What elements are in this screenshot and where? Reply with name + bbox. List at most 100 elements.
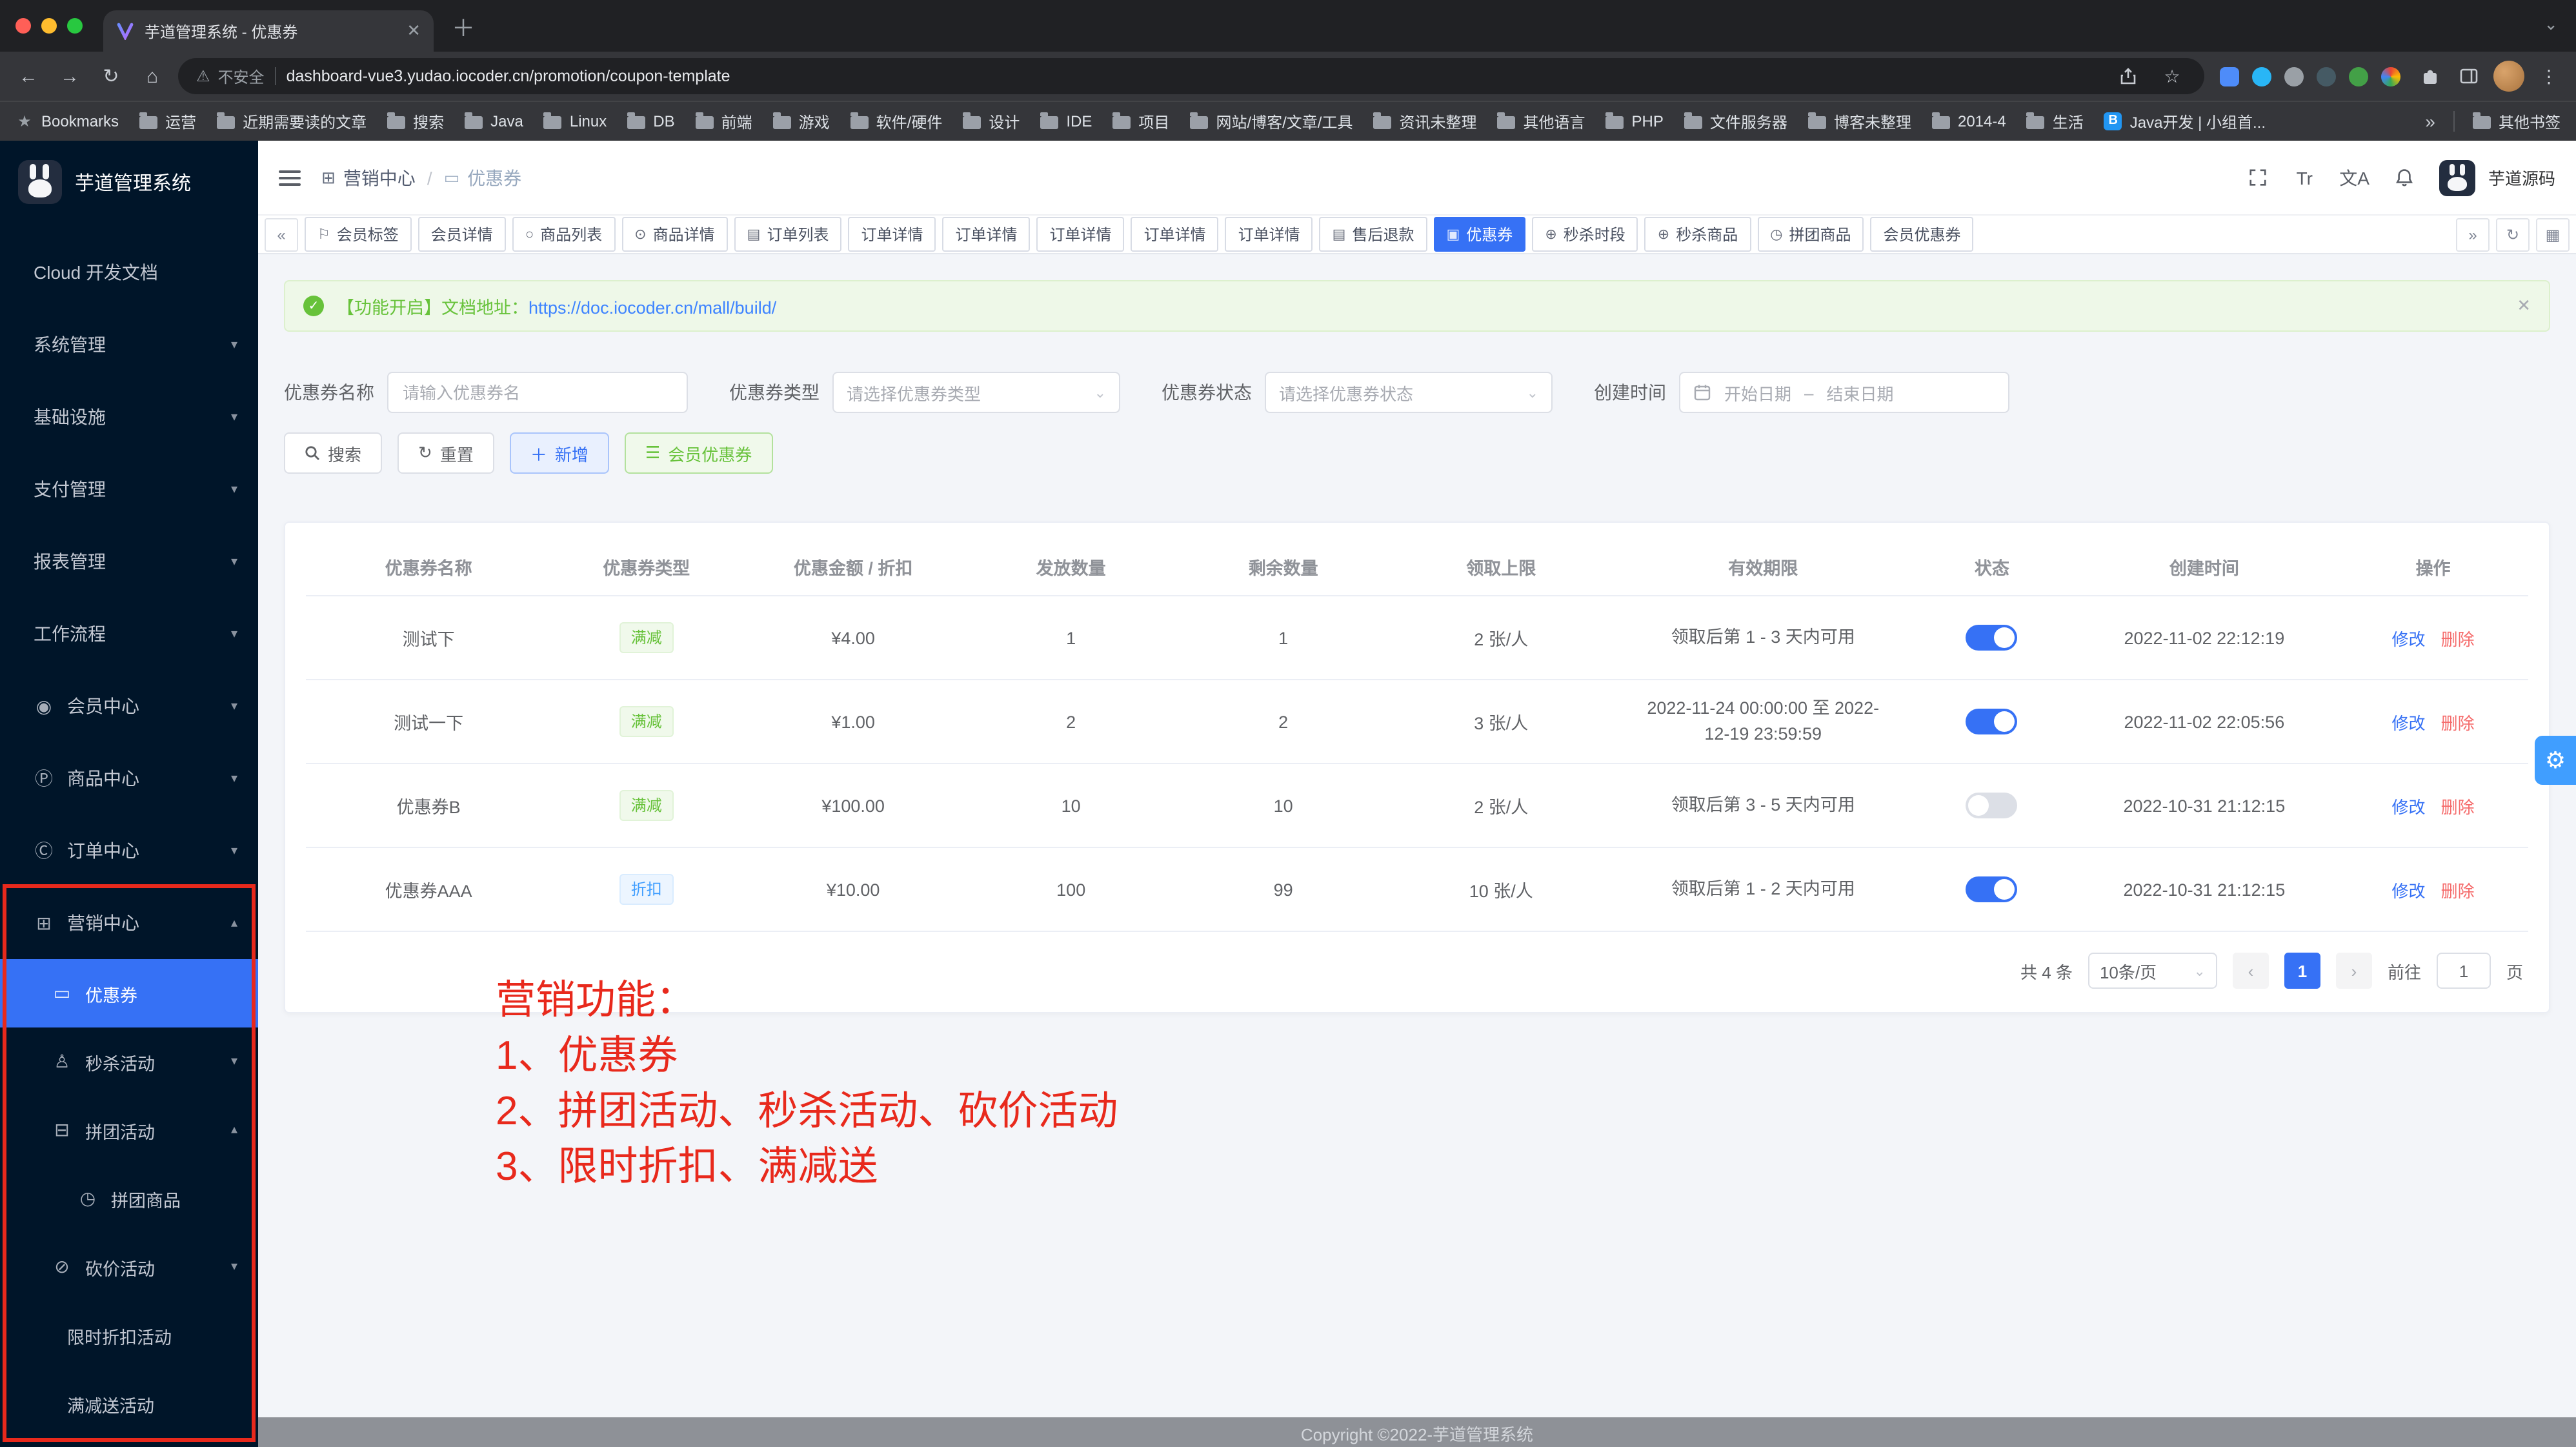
bookmark-item[interactable]: IDE: [1040, 112, 1092, 130]
translate-icon[interactable]: 文A: [2339, 165, 2370, 190]
sidebar-item[interactable]: Cloud 开发文档: [0, 236, 258, 309]
tabs-layout-icon[interactable]: ▦: [2536, 218, 2570, 251]
app-logo-row[interactable]: 芋道管理系统: [0, 141, 258, 223]
other-bookmarks[interactable]: 其他书签: [2473, 110, 2561, 132]
delete-link[interactable]: 删除: [2441, 709, 2475, 734]
zoom-window-button[interactable]: [67, 18, 83, 34]
bookmark-item[interactable]: 博客未整理: [1808, 110, 1911, 132]
bookmark-item[interactable]: 前端: [696, 110, 752, 132]
extension-icon[interactable]: [2252, 66, 2271, 86]
status-toggle[interactable]: [1966, 709, 2018, 734]
home-button[interactable]: ⌂: [137, 61, 168, 92]
sidebar-item[interactable]: Ⓟ 商品中心 ▾: [0, 742, 258, 815]
edit-link[interactable]: 修改: [2392, 793, 2426, 818]
address-bar[interactable]: ⚠ 不安全 dashboard-vue3.yudao.iocoder.cn/pr…: [178, 58, 2204, 94]
view-tab[interactable]: 会员优惠券: [1871, 217, 1974, 252]
bookmark-item[interactable]: Bookmarks: [15, 112, 119, 130]
view-tab[interactable]: ▤ 售后退款: [1320, 217, 1427, 252]
extension-icon[interactable]: [2220, 66, 2239, 86]
sidebar-item[interactable]: ◉ 会员中心 ▾: [0, 670, 258, 742]
breadcrumb-item-marketing[interactable]: ⊞ 营销中心: [321, 165, 416, 190]
current-page-button[interactable]: 1: [2284, 953, 2320, 989]
bookmark-item[interactable]: 运营: [139, 110, 196, 132]
coupon-status-select[interactable]: 请选择优惠券状态 ⌄: [1265, 372, 1553, 413]
bookmark-item[interactable]: 近期需要读的文章: [217, 110, 367, 132]
sidebar-item[interactable]: ⊟ 拼团活动 ▴: [0, 1096, 258, 1164]
sidebar-item[interactable]: ⊞ 营销中心 ▴: [0, 887, 258, 959]
theme-settings-button[interactable]: ⚙: [2535, 736, 2576, 785]
view-tab[interactable]: ⊕ 秒杀时段: [1532, 217, 1638, 252]
bookmarks-overflow-icon[interactable]: »: [2425, 111, 2435, 132]
profile-avatar[interactable]: [2493, 61, 2524, 92]
bookmark-item[interactable]: PHP: [1606, 112, 1664, 130]
alert-doc-link[interactable]: https://doc.iocoder.cn/mall/build/: [528, 298, 776, 318]
new-tab-button[interactable]: ＋: [452, 10, 475, 44]
tabs-scroll-right-icon[interactable]: »: [2456, 218, 2490, 251]
search-button[interactable]: 搜索: [284, 432, 382, 474]
bookmark-item[interactable]: 网站/博客/文章/工具: [1190, 110, 1353, 132]
delete-link[interactable]: 删除: [2441, 625, 2475, 650]
extension-icon[interactable]: [2317, 66, 2336, 86]
delete-link[interactable]: 删除: [2441, 877, 2475, 902]
extension-icon[interactable]: [2349, 66, 2368, 86]
back-button[interactable]: ←: [13, 61, 44, 92]
extension-icon[interactable]: [2381, 66, 2400, 86]
sidebar-item[interactable]: ♙ 秒杀活动 ▾: [0, 1027, 258, 1096]
view-tab[interactable]: ▤ 订单列表: [734, 217, 842, 252]
bookmark-item[interactable]: 软件/硬件: [850, 110, 943, 132]
close-window-button[interactable]: [15, 18, 31, 34]
view-tab[interactable]: ◷ 拼团商品: [1757, 217, 1864, 252]
font-size-icon[interactable]: Tr: [2293, 167, 2316, 188]
bookmark-item[interactable]: DB: [627, 112, 674, 130]
delete-link[interactable]: 删除: [2441, 793, 2475, 818]
sidebar-item[interactable]: 报表管理 ▾: [0, 525, 258, 598]
next-page-button[interactable]: ›: [2336, 953, 2372, 989]
extension-icon[interactable]: [2284, 66, 2304, 86]
status-toggle[interactable]: [1966, 793, 2018, 818]
edit-link[interactable]: 修改: [2392, 709, 2426, 734]
member-coupon-button[interactable]: ☰ 会员优惠券: [625, 432, 772, 474]
fullscreen-icon[interactable]: [2246, 168, 2269, 187]
coupon-type-select[interactable]: 请选择优惠券类型 ⌄: [832, 372, 1120, 413]
menu-kebab-icon[interactable]: ⋮: [2535, 62, 2563, 90]
sidebar-item[interactable]: 限时折扣活动: [0, 1301, 258, 1370]
alert-close-icon[interactable]: ✕: [2517, 296, 2531, 316]
bookmark-item[interactable]: 项目: [1112, 110, 1169, 132]
security-status[interactable]: ⚠ 不安全: [196, 65, 265, 87]
sidebar-item[interactable]: Ⓒ 订单中心 ▾: [0, 815, 258, 887]
bookmark-item[interactable]: 游戏: [773, 110, 830, 132]
tabs-scroll-left-icon[interactable]: «: [265, 218, 298, 251]
forward-button[interactable]: →: [54, 61, 85, 92]
reset-button[interactable]: ↻ 重置: [397, 432, 494, 474]
hamburger-icon[interactable]: [279, 170, 301, 185]
view-tab[interactable]: 会员详情: [418, 217, 506, 252]
view-tab[interactable]: ⚐ 会员标签: [305, 217, 412, 252]
user-avatar[interactable]: [2439, 159, 2475, 196]
sidebar-item[interactable]: 工作流程 ▾: [0, 598, 258, 670]
edit-link[interactable]: 修改: [2392, 877, 2426, 902]
bookmark-item[interactable]: 设计: [963, 110, 1020, 132]
edit-link[interactable]: 修改: [2392, 625, 2426, 650]
sidebar-item[interactable]: 系统管理 ▾: [0, 309, 258, 381]
view-tab[interactable]: ▣ 优惠券: [1433, 217, 1525, 252]
date-range-picker[interactable]: 开始日期 – 结束日期: [1679, 372, 2009, 413]
coupon-name-input[interactable]: [387, 372, 688, 413]
view-tab[interactable]: ⊙ 商品详情: [621, 217, 727, 252]
tabs-refresh-icon[interactable]: ↻: [2496, 218, 2530, 251]
status-toggle[interactable]: [1966, 625, 2018, 651]
bookmark-item[interactable]: 资讯未整理: [1373, 110, 1476, 132]
sidebar-item[interactable]: 支付管理 ▾: [0, 453, 258, 525]
reload-button[interactable]: ↻: [96, 61, 126, 92]
bookmark-item[interactable]: 其他语言: [1498, 110, 1585, 132]
bookmark-item[interactable]: 文件服务器: [1684, 110, 1787, 132]
sidebar-item[interactable]: ◷ 拼团商品: [0, 1164, 258, 1233]
share-icon[interactable]: [2114, 62, 2142, 90]
sidebar-item[interactable]: 满减送活动: [0, 1370, 258, 1438]
view-tab[interactable]: 订单详情: [1225, 217, 1313, 252]
view-tab[interactable]: 订单详情: [943, 217, 1031, 252]
tab-search-chevron-icon[interactable]: ⌄: [2544, 14, 2558, 35]
sidebar-item[interactable]: 基础设施 ▾: [0, 381, 258, 453]
bookmark-item[interactable]: Linux: [544, 112, 607, 130]
side-panel-icon[interactable]: [2455, 62, 2483, 90]
bookmark-star-icon[interactable]: ☆: [2158, 62, 2186, 90]
